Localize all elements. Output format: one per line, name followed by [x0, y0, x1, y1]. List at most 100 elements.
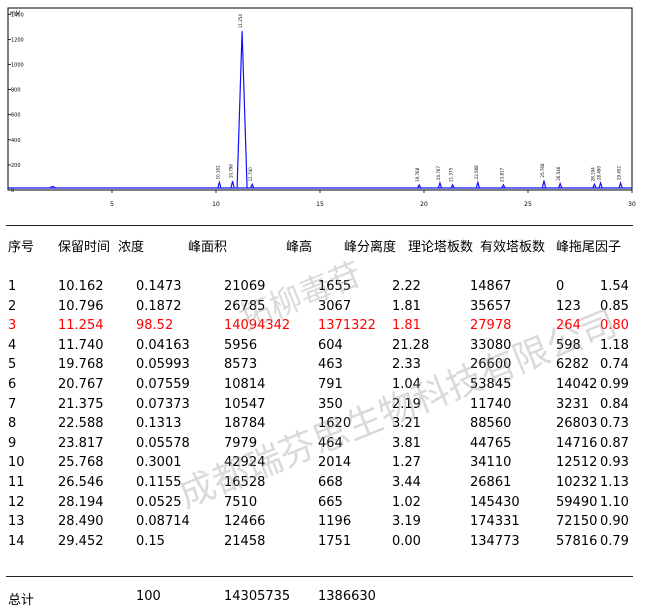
table-cell: 0.1473: [136, 279, 182, 294]
table-cell: 0.07559: [136, 377, 190, 392]
table-cell: 1.81: [392, 298, 421, 314]
column-header: 峰面积: [188, 240, 228, 255]
table-cell: 18784: [224, 416, 266, 432]
peak-label: 25.768: [540, 163, 545, 177]
table-cell: 3067: [318, 298, 352, 314]
y-tick-label: 400: [11, 138, 21, 144]
table-cell: 665: [318, 494, 343, 510]
table-cell: 0.79: [600, 533, 629, 549]
table-cell: 464: [318, 435, 343, 451]
table-cell: 0.93: [600, 455, 629, 471]
table-cell: 12: [8, 494, 25, 510]
table-cell: 26785: [224, 298, 266, 314]
table-cell: 145430: [470, 494, 520, 510]
table-cell: 21458: [224, 533, 266, 549]
peak-mark: [598, 181, 603, 189]
table-cell: 791: [318, 377, 343, 392]
table-cell: 4: [8, 337, 17, 353]
table-cell: 21069: [224, 279, 266, 294]
table-cell: 123: [556, 298, 581, 314]
table-cell: 2.19: [392, 396, 421, 412]
table-cell: 27978: [470, 318, 512, 334]
peak-label: 29.452: [617, 166, 622, 180]
column-header: 浓度: [118, 240, 145, 255]
table-cell: 28.194: [58, 494, 104, 510]
y-tick-label: 0: [11, 188, 14, 194]
table-cell: 3231: [556, 396, 590, 412]
y-tick-label: 1000: [11, 62, 24, 68]
total-concentration: 100: [136, 589, 161, 604]
x-tick-label: 25: [524, 201, 532, 208]
table-cell: 0.1872: [136, 298, 182, 314]
table-cell: 98.52: [136, 318, 174, 334]
table-cell: 1655: [318, 279, 352, 294]
table-cell: 12466: [224, 514, 266, 530]
chromatogram-chart: mV14001200100080060040020005 10 15 20 25 3010…: [7, 7, 636, 208]
table-cell: 20.767: [58, 377, 104, 392]
table-cell: 9: [8, 435, 17, 451]
table-cell: 604: [318, 337, 343, 353]
table-cell: 1.54: [600, 279, 629, 294]
table-cell: 21.375: [58, 396, 104, 412]
plot-frame: [7, 7, 633, 191]
table-cell: 7979: [224, 435, 258, 451]
total-label: 总计: [8, 593, 35, 608]
table-cell: 22.588: [58, 416, 104, 432]
table-cell: 3: [8, 318, 17, 334]
table-cell: 10547: [224, 396, 266, 412]
table-cell: 10814: [224, 377, 266, 392]
table-cell: 174331: [470, 514, 520, 530]
table-cell: 1.81: [392, 318, 421, 334]
x-tick-label: 20: [420, 201, 428, 208]
peak-label: 21.375: [449, 167, 454, 181]
peak-label: 28.490: [597, 166, 602, 180]
peak-label: 11.254: [238, 14, 243, 28]
table-cell: 0.87: [600, 435, 629, 451]
table-cell: 0.08714: [136, 514, 190, 530]
peak-mark: [475, 180, 481, 189]
x-tick-label: 30: [628, 201, 636, 208]
table-cell: 0.00: [392, 533, 421, 549]
table-cell: 10: [8, 455, 25, 471]
peak-label: 20.767: [436, 166, 441, 180]
table-cell: 1.27: [392, 455, 421, 471]
table-cell: 6: [8, 377, 17, 392]
table-cell: 350: [318, 396, 343, 412]
peak-mark: [230, 180, 235, 189]
table-bottom-divider: [6, 576, 633, 577]
table-cell: 29.452: [58, 533, 104, 549]
table-cell: 35657: [470, 298, 512, 314]
table-cell: 5: [8, 357, 17, 373]
table-cell: 8: [8, 416, 17, 432]
y-tick-label: 200: [11, 163, 21, 169]
column-header: 峰拖尾因子: [556, 240, 622, 255]
table-cell: 10232: [556, 475, 598, 490]
y-tick-label: 1400: [11, 12, 24, 18]
table-cell: 23.817: [58, 435, 104, 451]
peak-label: 23.817: [499, 167, 504, 181]
peak-label: 22.588: [474, 165, 479, 179]
total-area: 14305735: [224, 589, 291, 604]
table-cell: 1.10: [600, 494, 629, 510]
table-cell: 3.44: [392, 475, 421, 490]
table-cell: 21.28: [392, 337, 430, 353]
table-cell: 11.740: [58, 337, 104, 353]
column-header: 序号: [8, 240, 35, 255]
table-cell: 88560: [470, 416, 512, 432]
table-cell: 0.74: [600, 357, 629, 373]
table-cell: 1.13: [600, 475, 629, 490]
peak-mark: [217, 180, 222, 189]
table-cell: 26600: [470, 357, 512, 373]
table-cell: 42924: [224, 455, 266, 471]
peak-mark: [541, 180, 547, 189]
table-cell: 28.490: [58, 514, 104, 530]
peak-label: 26.546: [556, 166, 561, 180]
table-cell: 7510: [224, 494, 258, 510]
table-cell: 11: [8, 475, 25, 490]
table-cell: 0.1155: [136, 475, 182, 490]
table-top-divider: [6, 225, 633, 226]
table-cell: 10.162: [58, 279, 104, 294]
table-cell: 2.22: [392, 279, 421, 294]
peak-mark: [618, 181, 623, 189]
table-cell: 0.73: [600, 416, 629, 432]
